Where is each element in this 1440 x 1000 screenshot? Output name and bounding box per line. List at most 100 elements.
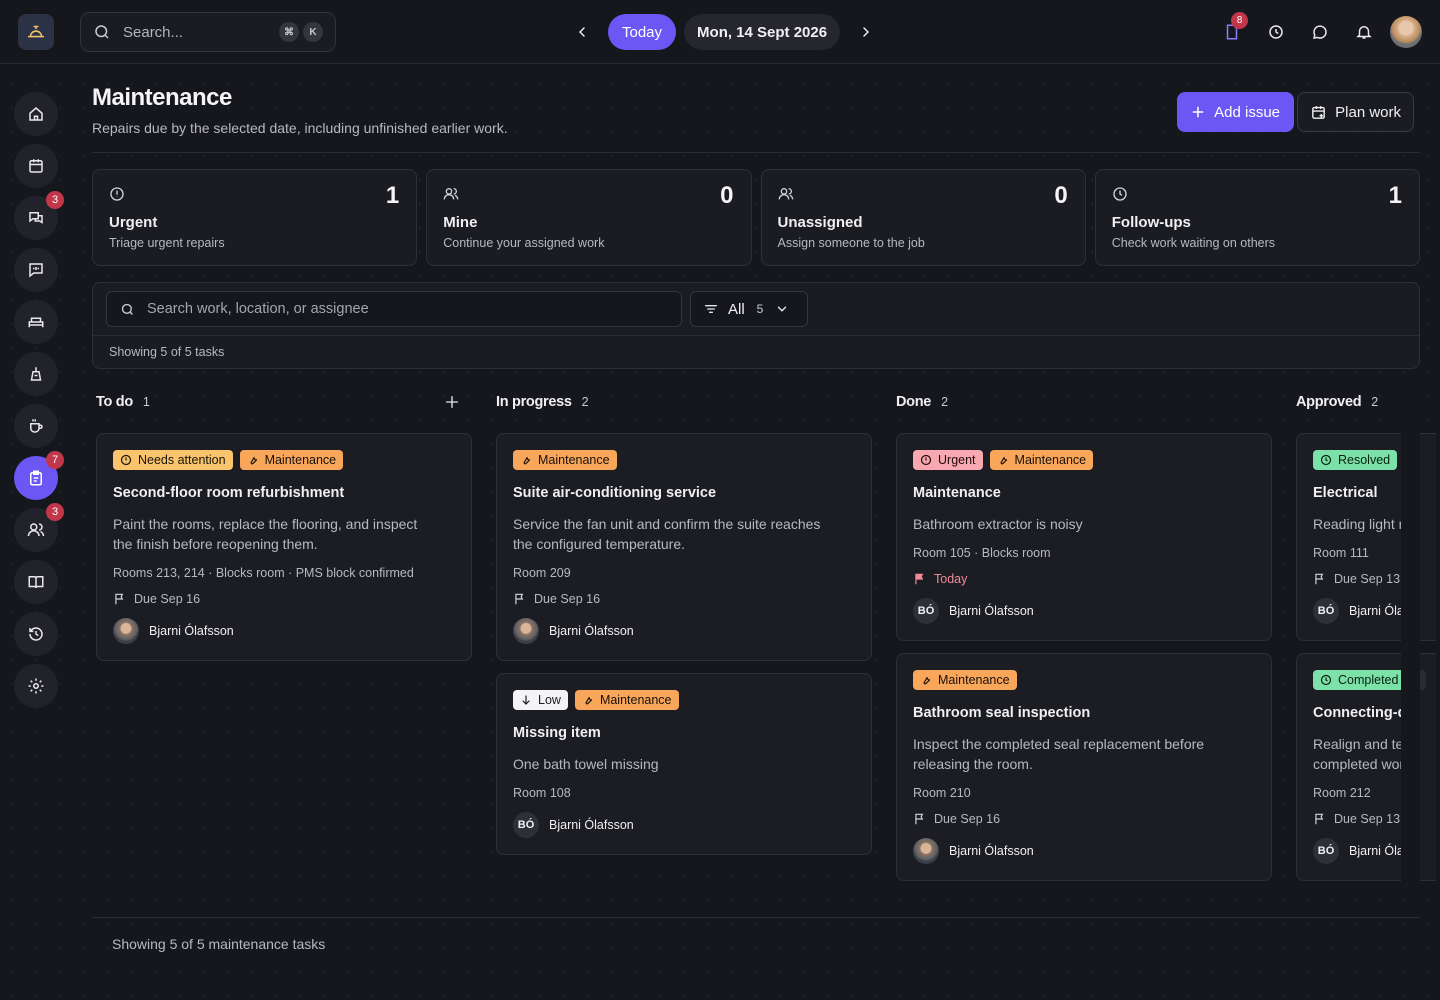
wrench-icon [585, 696, 593, 705]
today-button[interactable]: Today [608, 14, 677, 50]
tag-label: Maintenance [264, 453, 337, 467]
sidebar-item-settings[interactable] [14, 664, 58, 708]
tag-resolved: Resolved [1313, 450, 1398, 470]
assignee-initials: BÓ [1313, 838, 1339, 864]
filter-panel: Search work, location, or assignee All 5… [92, 282, 1420, 369]
due-label: Due Sep 16 [134, 592, 201, 606]
task-card[interactable]: Low Maintenance Missing item One bath to… [496, 673, 872, 855]
card-location: Room 210 [913, 786, 971, 800]
users-icon [778, 188, 793, 200]
sidebar-item-housekeeping[interactable] [14, 352, 58, 396]
card-location: Rooms 213, 214 · Blocks room · PMS block… [113, 566, 414, 580]
sidebar-item-calendar[interactable] [14, 144, 58, 188]
header-divider [92, 152, 1420, 153]
chevron-left-icon [578, 27, 585, 37]
plus-icon [446, 396, 458, 408]
app-logo[interactable] [18, 14, 54, 50]
filter-lines-icon [705, 305, 717, 313]
sidebar-item-messages[interactable]: 3 [14, 191, 64, 240]
task-card[interactable]: Urgent Maintenance Maintenance Bathroom … [896, 433, 1272, 641]
previous-day-button[interactable] [568, 14, 596, 50]
column-count: 2 [581, 395, 589, 409]
tag-label: Maintenance [538, 453, 610, 467]
sidebar-item-history[interactable] [14, 612, 58, 656]
card-description: One bath towel missing [513, 756, 659, 772]
assignee-name: Bjarni Ólafsson [549, 624, 634, 638]
user-avatar[interactable] [1390, 16, 1422, 48]
calendar-icon [29, 159, 43, 173]
plus-icon [1192, 106, 1204, 118]
stat-card-mine[interactable]: 0 Mine Continue your assigned work [426, 169, 752, 266]
alert-circle-icon [120, 454, 132, 466]
chat-button[interactable] [1300, 14, 1340, 50]
sidebar-item-feedback[interactable] [14, 248, 58, 292]
add-issue-button[interactable]: Add issue [1177, 92, 1294, 132]
card-title: Suite air-conditioning service [513, 485, 717, 501]
sidebar-item-home[interactable] [14, 92, 58, 136]
tag-label: Resolved [1338, 453, 1391, 467]
sidebar-item-food[interactable] [14, 404, 58, 448]
card-assignee: Bjarni Ólafsson [513, 618, 855, 644]
tag-label: Urgent [938, 453, 976, 467]
plan-work-button[interactable]: Plan work [1297, 92, 1414, 132]
task-search-input[interactable]: Search work, location, or assignee [106, 291, 682, 327]
sidebar-item-staff[interactable]: 3 [14, 503, 64, 552]
maintenance-badge: 7 [46, 451, 64, 469]
wrench-icon [923, 676, 931, 685]
chevron-down-icon [778, 306, 787, 312]
stat-card-follow-ups[interactable]: 1 Follow-ups Check work waiting on other… [1094, 169, 1420, 266]
tag-label: Maintenance [1014, 453, 1087, 467]
messages-icon [29, 212, 43, 224]
board-scroll-edge [1401, 386, 1420, 896]
status-filter-select[interactable]: All 5 [690, 291, 808, 327]
stat-label: Follow-ups [1111, 214, 1191, 231]
card-due: Today [913, 572, 1255, 586]
plan-work-label: Plan work [1335, 103, 1401, 121]
column-header-todo: To do 1 [96, 394, 150, 410]
task-card[interactable]: Maintenance Suite air-conditioning servi… [496, 433, 872, 661]
card-description: Service the fan unit and confirm the sui… [513, 516, 821, 552]
staff-badge: 3 [46, 503, 64, 521]
stat-card-urgent[interactable]: 1 Urgent Triage urgent repairs [92, 169, 418, 266]
arrow-down-icon [522, 695, 530, 705]
tag-label: Maintenance [599, 693, 672, 707]
add-task-button[interactable] [444, 394, 460, 410]
stat-label: Mine [443, 214, 478, 231]
notifications-button[interactable] [1344, 14, 1384, 50]
sidebar-item-rooms[interactable] [14, 300, 58, 344]
tag-completed: Completed [1313, 670, 1406, 690]
gear-icon [28, 678, 44, 694]
bed-icon [28, 317, 44, 328]
tag-maintenance: Maintenance [989, 450, 1094, 470]
sidebar-item-maintenance[interactable]: 7 [14, 451, 64, 500]
task-card[interactable]: Needs attention Maintenance Second-floor… [96, 433, 472, 661]
date-picker[interactable]: Mon, 14 Sept 2026 [684, 14, 841, 50]
global-search[interactable]: Search... ⌘ K [80, 12, 336, 52]
assignee-avatar [513, 618, 539, 644]
sidebar-nav: 3 7 3 [14, 92, 64, 716]
assignee-initials: BÓ [1313, 598, 1339, 624]
stat-count: 0 [1054, 182, 1068, 209]
card-title: Missing item [513, 725, 601, 741]
history-button[interactable] [1256, 14, 1296, 50]
top-actions: 8 [1208, 12, 1422, 50]
stat-description: Assign someone to the job [777, 236, 925, 250]
assignee-name: Bjarni Ólafsson [549, 818, 634, 832]
sidebar-item-guides[interactable] [14, 560, 58, 604]
task-card[interactable]: Maintenance Bathroom seal inspection Ins… [896, 653, 1272, 881]
next-day-button[interactable] [852, 14, 880, 50]
clipboard-icon [30, 470, 42, 486]
assignee-name: Bjarni Ólafsson [949, 844, 1034, 858]
users-icon [443, 188, 459, 200]
stat-label: Unassigned [777, 214, 863, 231]
card-title: Bathroom seal inspection [913, 705, 1091, 721]
card-tags: Urgent Maintenance [913, 450, 1255, 470]
tag-urgent: Urgent [913, 450, 983, 470]
tag-maintenance: Maintenance [574, 690, 679, 710]
wrench-icon [250, 456, 257, 465]
stat-card-unassigned[interactable]: 0 Unassigned Assign someone to the job [760, 169, 1086, 266]
documents-button[interactable]: 8 [1212, 12, 1252, 50]
column-name: To do [96, 394, 133, 410]
tag-low: Low [513, 690, 568, 710]
card-description: Bathroom extractor is noisy [913, 516, 1083, 532]
